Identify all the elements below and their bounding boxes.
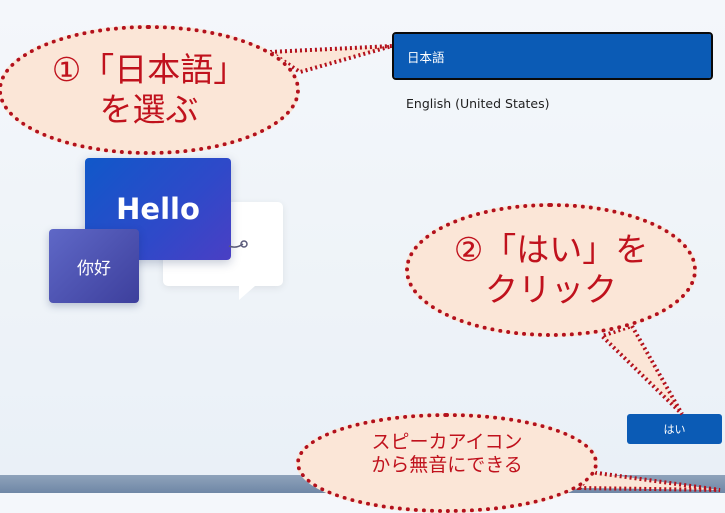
callout-text: を選ぶ [99,90,199,129]
callout-click-yes: ②「はい」を クリック [405,203,697,337]
callout-text: から無音にできる [371,454,523,476]
callout-mute-speaker: スピーカアイコン から無音にできる [296,413,598,513]
callout-select-japanese: ①「日本語」 を選ぶ [0,25,300,155]
hello-text: Hello [116,192,200,226]
nihao-text: 你好 [77,258,111,279]
callout-text: クリック [485,270,617,309]
callout-text: スピーカアイコン [371,431,523,454]
callout-text: ①「日本語」 [51,50,247,90]
connector-icon [228,240,248,248]
nihao-card: 你好 [49,229,139,303]
callout-text: ②「はい」を [453,230,649,270]
